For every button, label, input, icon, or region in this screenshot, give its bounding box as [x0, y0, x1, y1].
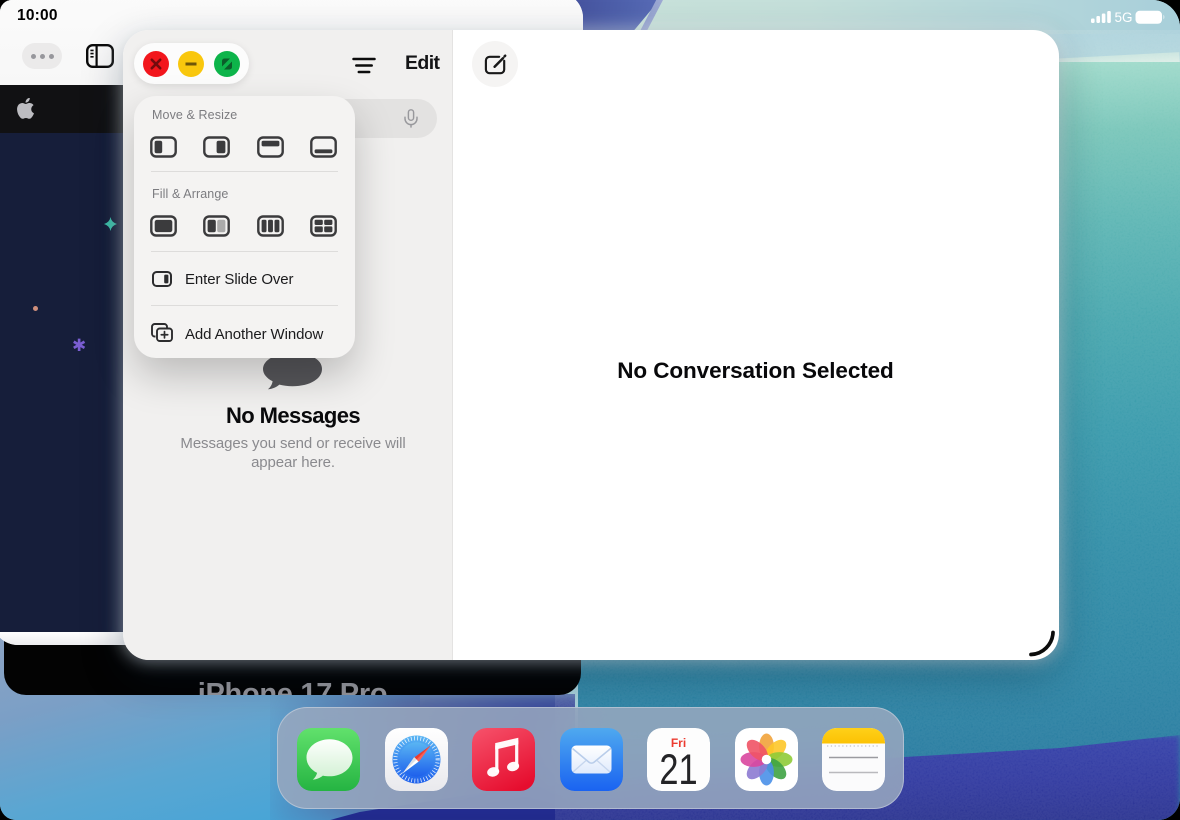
svg-text:21: 21 — [659, 746, 697, 791]
svg-text:5G: 5G — [1115, 10, 1133, 25]
